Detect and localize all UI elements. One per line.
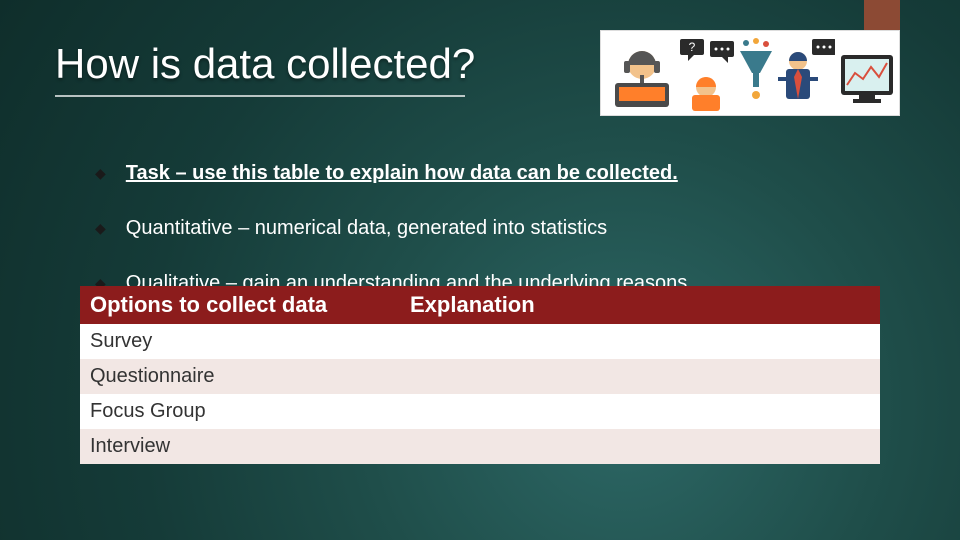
- table-row: Interview: [80, 429, 880, 464]
- data-collection-illustration: ?: [600, 30, 900, 116]
- table-header-explanation: Explanation: [400, 286, 880, 324]
- diamond-bullet-icon: ◆: [95, 164, 106, 183]
- table-row: Focus Group: [80, 394, 880, 429]
- table-cell-option: Interview: [80, 429, 400, 464]
- table-cell-explanation: [400, 429, 880, 464]
- funnel-icon: [738, 37, 772, 111]
- table-cell-explanation: [400, 324, 880, 359]
- bullet-quantitative: ◆ Quantitative – numerical data, generat…: [95, 215, 900, 242]
- table-row: Survey: [80, 324, 880, 359]
- table-cell-option: Focus Group: [80, 394, 400, 429]
- bullet-task-text: Task – use this table to explain how dat…: [126, 160, 678, 187]
- table-cell-option: Questionnaire: [80, 359, 400, 394]
- slide-title: How is data collected?: [55, 40, 475, 88]
- svg-text:?: ?: [689, 40, 696, 54]
- table-cell-explanation: [400, 394, 880, 429]
- businessman-icon: [776, 37, 835, 111]
- speech-bubbles-icon: ?: [678, 37, 734, 111]
- table-header-row: Options to collect data Explanation: [80, 286, 880, 324]
- table-cell-option: Survey: [80, 324, 400, 359]
- table-cell-explanation: [400, 359, 880, 394]
- title-underline: [55, 95, 465, 97]
- table-header-options: Options to collect data: [80, 286, 400, 324]
- bullet-task: ◆ Task – use this table to explain how d…: [95, 160, 900, 187]
- diamond-bullet-icon: ◆: [95, 219, 106, 238]
- analytics-monitor-icon: [839, 37, 893, 111]
- call-center-icon: [607, 37, 674, 111]
- bullet-quantitative-text: Quantitative – numerical data, generated…: [126, 215, 607, 242]
- table-row: Questionnaire: [80, 359, 880, 394]
- data-collection-table: Options to collect data Explanation Surv…: [80, 286, 880, 464]
